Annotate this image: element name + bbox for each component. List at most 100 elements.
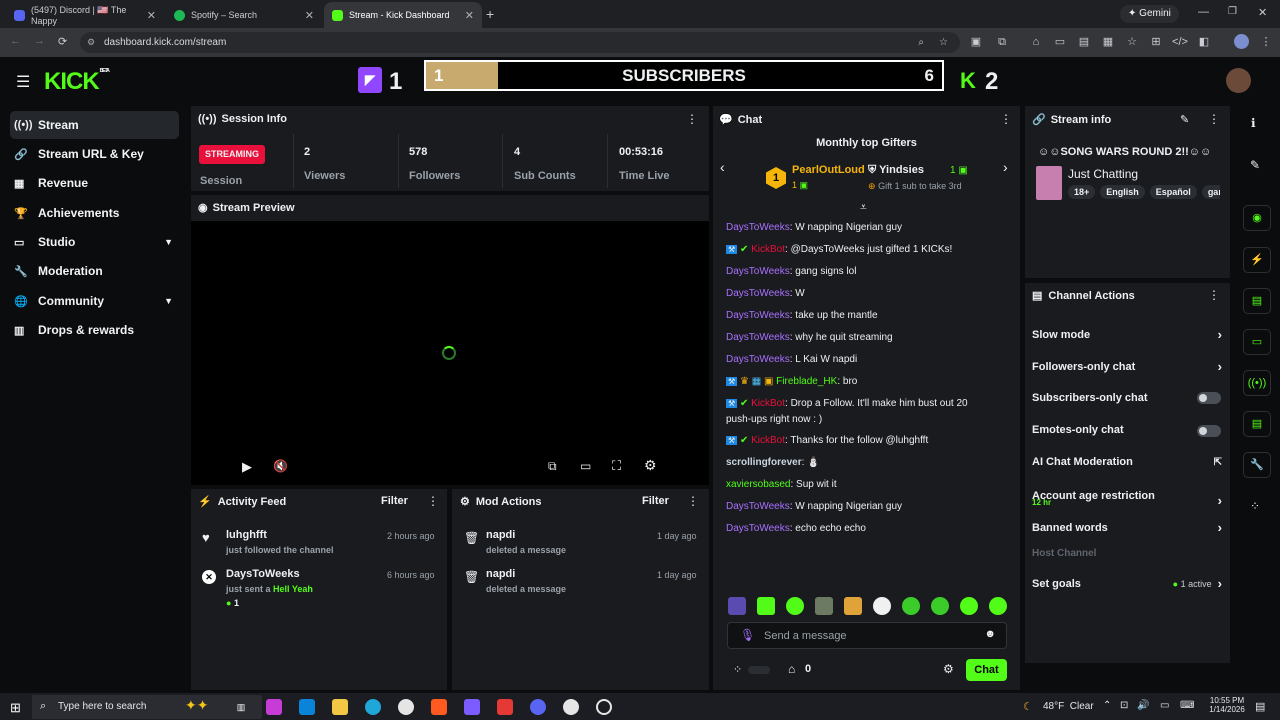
followers-only-row[interactable]: Followers-only chat › xyxy=(1032,359,1222,374)
chat-settings-gear-icon[interactable]: ⚙ xyxy=(943,662,954,676)
settings-gear-icon[interactable]: ⚙ xyxy=(644,457,657,474)
send-chat-button[interactable]: Chat xyxy=(966,659,1007,681)
chrome-active-icon[interactable] xyxy=(563,699,579,715)
channel-actions-menu-icon[interactable]: ⋮ xyxy=(1208,288,1220,302)
microphone-icon[interactable]: 🎙 xyxy=(740,628,755,642)
rail-wrench-button[interactable]: 🔧 xyxy=(1243,452,1271,478)
chat-username[interactable]: KickBot xyxy=(751,244,785,255)
chat-menu-icon[interactable]: ⋮ xyxy=(1000,112,1012,126)
play-icon[interactable]: ▶ xyxy=(242,459,252,475)
activity-filter-button[interactable]: Filter xyxy=(381,495,408,507)
chrome-icon[interactable] xyxy=(398,699,414,715)
sidebar-item-studio[interactable]: ▭ Studio ▼ xyxy=(10,228,179,256)
translate-icon[interactable]: ⊞ xyxy=(1148,34,1164,50)
mod-user[interactable]: napdi xyxy=(486,529,515,541)
rail-more-icon[interactable]: ⁘ xyxy=(1250,499,1260,513)
extension-icon[interactable]: ▣ xyxy=(968,34,984,50)
rail-document-button[interactable]: ▤ xyxy=(1243,288,1271,314)
reload-icon[interactable]: ⟳ xyxy=(58,35,67,48)
sidebar-item-stream-url-key[interactable]: 🔗 Stream URL & Key xyxy=(10,140,179,168)
slow-mode-row[interactable]: Slow mode › xyxy=(1032,327,1222,342)
keyboard-icon[interactable]: ⌨ xyxy=(1180,700,1194,711)
store-icon[interactable]: ⌂ xyxy=(788,662,795,676)
back-icon[interactable]: ← xyxy=(10,35,21,47)
file-explorer-icon[interactable] xyxy=(332,699,348,715)
activity-menu-icon[interactable]: ⋮ xyxy=(427,494,439,508)
edit-pencil-icon[interactable]: ✎ xyxy=(1180,113,1189,126)
mail-icon[interactable] xyxy=(299,699,315,715)
volume-icon[interactable]: 🔊 xyxy=(1137,700,1149,711)
chat-username[interactable]: DaysToWeeks xyxy=(726,354,790,365)
profile-avatar[interactable] xyxy=(1234,34,1249,49)
chat-username[interactable]: DaysToWeeks xyxy=(726,332,790,343)
chat-username[interactable]: Fireblade_HK xyxy=(776,376,837,387)
gifters-prev-icon[interactable]: ‹ xyxy=(720,159,725,175)
chat-username[interactable]: scrollingforever xyxy=(726,457,802,468)
toolbar-icon[interactable]: ▭ xyxy=(1052,34,1068,50)
emote-icon[interactable] xyxy=(931,597,949,615)
user-avatar[interactable] xyxy=(1226,68,1251,93)
banned-words-row[interactable]: Banned words › xyxy=(1032,520,1222,535)
tab-kick-dashboard[interactable]: Stream - Kick Dashboard ✕ xyxy=(324,2,482,28)
close-tab-icon[interactable]: ✕ xyxy=(465,9,474,22)
gifters-next-icon[interactable]: › xyxy=(1003,159,1008,175)
edge-icon[interactable] xyxy=(365,699,381,715)
taskbar-search-box[interactable]: ⌕ Type here to search xyxy=(32,695,262,719)
chat-username[interactable]: KickBot xyxy=(751,398,785,409)
chat-input[interactable]: 🎙 Send a message ☻ xyxy=(727,622,1007,649)
edit-icon[interactable]: ✎ xyxy=(1250,158,1260,172)
mod-filter-button[interactable]: Filter xyxy=(642,495,669,507)
expand-gifters-icon[interactable]: ⩡ xyxy=(860,200,867,215)
app-icon[interactable] xyxy=(464,699,480,715)
menu-icon[interactable]: ⋮ xyxy=(1258,34,1274,50)
ai-moderation-row[interactable]: AI Chat Moderation ⇱ xyxy=(1032,456,1222,468)
copilot-icon[interactable] xyxy=(266,699,282,715)
sidepanel-icon[interactable]: ◧ xyxy=(1196,34,1212,50)
mute-icon[interactable]: 🔇 xyxy=(273,459,288,473)
gemini-button[interactable]: ✦ Gemini xyxy=(1120,5,1179,23)
windows-start-icon[interactable]: ⊞ xyxy=(10,700,21,716)
activity-user[interactable]: luhghfft xyxy=(226,529,267,541)
set-goals-row[interactable]: Set goals ● 1 active › xyxy=(1032,576,1222,591)
sidebar-item-achievements[interactable]: 🏆 Achievements xyxy=(10,199,179,227)
close-window-button[interactable]: ✕ xyxy=(1258,6,1267,19)
subscribers-only-toggle[interactable] xyxy=(1197,392,1221,404)
tray-chevron-icon[interactable]: ⌃ xyxy=(1103,700,1111,711)
url-field[interactable]: ⚙ dashboard.kick.com/stream ⌕ ☆ xyxy=(80,32,960,53)
emotes-only-toggle[interactable] xyxy=(1197,425,1221,437)
weather-text[interactable]: 48°F Clear xyxy=(1043,701,1094,712)
network-icon[interactable]: ⊡ xyxy=(1120,700,1128,711)
rail-lightning-button[interactable]: ⚡ xyxy=(1243,247,1271,273)
emote-icon[interactable] xyxy=(902,597,920,615)
toolbar-icon[interactable]: ▤ xyxy=(1076,34,1092,50)
sidebar-item-stream[interactable]: ((•)) Stream xyxy=(10,111,179,139)
sidebar-item-moderation[interactable]: 🔧 Moderation xyxy=(10,257,179,285)
toolbar-icon[interactable]: ▦ xyxy=(1100,34,1116,50)
emote-icon[interactable] xyxy=(989,597,1007,615)
rail-actions-button[interactable]: ▤ xyxy=(1243,411,1271,437)
toolbar-icon[interactable]: ⌂ xyxy=(1028,34,1044,50)
chrome-profile-icon[interactable] xyxy=(530,699,546,715)
notifications-icon[interactable]: ▤ xyxy=(1255,700,1265,713)
stream-category[interactable]: Just Chatting xyxy=(1068,167,1138,181)
bookmark-star-icon[interactable]: ☆ xyxy=(939,37,948,48)
emote-icon[interactable] xyxy=(786,597,804,615)
tab-spotify[interactable]: Spotify – Search ✕ xyxy=(166,2,322,28)
app-icon[interactable] xyxy=(497,699,513,715)
chat-username[interactable]: DaysToWeeks xyxy=(726,501,790,512)
bookmarks-icon[interactable]: ☆ xyxy=(1124,34,1140,50)
tray-icon[interactable]: ▭ xyxy=(1160,700,1169,711)
chat-username[interactable]: DaysToWeeks xyxy=(726,523,790,534)
session-menu-icon[interactable]: ⋮ xyxy=(686,112,698,126)
rail-broadcast-button[interactable]: ((•)) xyxy=(1243,370,1271,396)
task-view-icon[interactable]: ▥ xyxy=(233,699,249,715)
mod-menu-icon[interactable]: ⋮ xyxy=(687,494,699,508)
emote-icon[interactable] xyxy=(873,597,891,615)
chat-username[interactable]: KickBot xyxy=(751,435,785,446)
stream-info-menu-icon[interactable]: ⋮ xyxy=(1208,112,1220,126)
puzzle-icon[interactable]: ⧉ xyxy=(994,34,1010,50)
maximize-button[interactable]: ❐ xyxy=(1228,6,1237,17)
zoom-icon[interactable]: ⌕ xyxy=(918,37,924,48)
theater-icon[interactable]: ▭ xyxy=(580,459,591,473)
chat-username[interactable]: DaysToWeeks xyxy=(726,310,790,321)
